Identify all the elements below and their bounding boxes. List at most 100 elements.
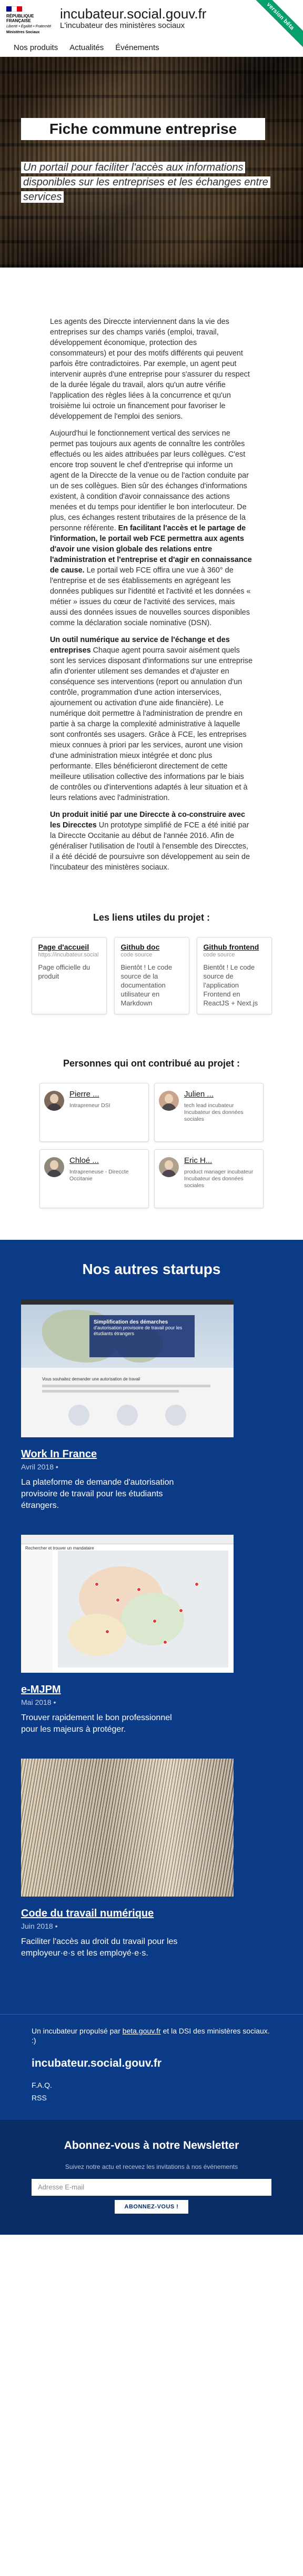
paragraph-text: Aujourd'hui le fonctionnement vertical d… bbox=[50, 429, 249, 532]
useful-links-list: Page d'accueil https://incubateur.social… bbox=[0, 937, 303, 1057]
paper-stack-image bbox=[21, 1758, 234, 1897]
useful-links-section: Les liens utiles du projet : Page d'accu… bbox=[0, 911, 303, 1057]
footer-link-rss[interactable]: RSS bbox=[32, 2091, 271, 2104]
startup-description: Trouver rapidement le bon professionnel … bbox=[21, 1713, 172, 1734]
nav-evenements[interactable]: Événements bbox=[115, 42, 159, 54]
beta-ribbon: version bêta bbox=[248, 0, 303, 48]
contributor-card[interactable]: Eric H... product manager incubateur Inc… bbox=[154, 1149, 264, 1209]
paragraph-text: Le portail web FCE offira une vue à 360°… bbox=[50, 566, 251, 627]
contributors-section: Personnes qui ont contribué au projet : … bbox=[0, 1057, 303, 1240]
link-source: https://incubateur.social bbox=[38, 952, 99, 959]
newsletter-description: Suivez notre actu et recevez les invitat… bbox=[65, 2163, 238, 2170]
link-card-homepage[interactable]: Page d'accueil https://incubateur.social… bbox=[31, 937, 107, 1015]
home-link[interactable]: République Française Liberté • Égalité •… bbox=[6, 5, 206, 41]
contributor-role: tech lead incubateur Incubateur des donn… bbox=[184, 1102, 244, 1122]
site-header: République Française Liberté • Égalité •… bbox=[0, 0, 303, 57]
nav-nos-produits[interactable]: Nos produits bbox=[14, 42, 58, 54]
nav-actualites[interactable]: Actualités bbox=[69, 42, 104, 54]
contributor-card[interactable]: Chloé ... Intrapreneuse - Direccte Occit… bbox=[39, 1149, 149, 1209]
paragraph-intro: Les agents des Direccte interviennent da… bbox=[50, 318, 250, 421]
republique-label: République Française bbox=[6, 14, 34, 23]
contributor-role: Intrapreneur DSI bbox=[69, 1102, 110, 1109]
contributor-role: Intrapreneuse - Direccte Occitanie bbox=[69, 1168, 129, 1182]
screenshot-map: Simplification des démarches d'autorisat… bbox=[21, 1304, 234, 1368]
contributor-role: product manager incubateur Incubateur de… bbox=[184, 1168, 254, 1189]
link-description: Bientôt ! Le code source de la documenta… bbox=[120, 963, 173, 1008]
motto: Liberté • Égalité • Fraternité bbox=[6, 25, 52, 28]
screenshot-topbar bbox=[21, 1299, 234, 1305]
site-footer: Un incubateur propulsé par beta.gouv.fr … bbox=[0, 2014, 303, 2120]
avatar bbox=[159, 1091, 179, 1111]
newsletter-subscribe-button[interactable]: ABONNEZ-VOUS ! bbox=[115, 2199, 188, 2214]
avatar bbox=[159, 1157, 179, 1178]
other-startups-section: Nos autres startups Simplification des d… bbox=[0, 1240, 303, 2014]
site-name: incubateur.social.gouv.fr bbox=[60, 6, 207, 22]
link-card-github-doc[interactable]: Github doc code source Bientôt ! Le code… bbox=[114, 937, 189, 1015]
brand-text: incubateur.social.gouv.fr L'incubateur d… bbox=[60, 6, 206, 31]
contributor-name: Eric H... bbox=[184, 1156, 213, 1166]
startup-screenshot[interactable]: Simplification des démarches d'autorisat… bbox=[21, 1299, 234, 1437]
link-description: Bientôt ! Le code source de l'applicatio… bbox=[203, 963, 258, 1008]
useful-links-title: Les liens utiles du projet : bbox=[93, 912, 210, 923]
contributor-card[interactable]: Julien ... tech lead incubateur Incubate… bbox=[154, 1083, 264, 1142]
hero-banner: Fiche commune entreprise Un portail pour… bbox=[0, 57, 303, 268]
startups-title: Nos autres startups bbox=[82, 1261, 221, 1278]
contributor-name: Julien ... bbox=[184, 1090, 214, 1099]
paragraph-context: Aujourd'hui le fonctionnement vertical d… bbox=[50, 428, 253, 628]
contributor-info: Chloé ... Intrapreneuse - Direccte Occit… bbox=[69, 1155, 144, 1202]
beta-gouv-link[interactable]: beta.gouv.fr bbox=[123, 2027, 161, 2035]
paragraph-text: Chaque agent pourra savoir aisément quel… bbox=[50, 646, 253, 802]
screenshot-header bbox=[21, 1534, 234, 1544]
paragraph-tool: Un outil numérique au service de l'échan… bbox=[50, 635, 253, 803]
link-description: Page officielle du produit bbox=[38, 963, 90, 981]
hero-subtitle-wrap: Un portail pour faciliter l'accès aux in… bbox=[21, 160, 284, 204]
contributor-name: Chloé ... bbox=[69, 1156, 99, 1166]
contributor-card[interactable]: Pierre ... Intrapreneur DSI bbox=[39, 1083, 149, 1142]
overlay-text: d'autorisation provisoire de travail pou… bbox=[94, 1325, 183, 1336]
contributor-name: Pierre ... bbox=[69, 1090, 99, 1099]
link-source: code source bbox=[120, 952, 153, 959]
newsletter-title: Abonnez-vous à notre Newsletter bbox=[64, 2139, 239, 2152]
startup-card-work-in-france: Simplification des démarches d'autorisat… bbox=[11, 1299, 292, 1512]
contributors-list: Pierre ... Intrapreneur DSI Julien ... t… bbox=[0, 1083, 303, 1209]
avatar bbox=[44, 1157, 64, 1178]
startup-date: Juin 2018 • bbox=[21, 1921, 58, 1930]
site-tagline: L'incubateur des ministères sociaux bbox=[60, 21, 185, 30]
footer-credits: Un incubateur propulsé par beta.gouv.fr … bbox=[32, 2026, 271, 2045]
tricolor-flag-icon bbox=[6, 6, 22, 12]
ministry-label: Ministères Sociaux bbox=[6, 31, 40, 34]
screenshot-overlay: Simplification des démarches d'autorisat… bbox=[89, 1315, 195, 1357]
startup-name[interactable]: Code du travail numérique bbox=[21, 1906, 292, 1921]
startup-card-code-du-travail: Code du travail numérique Juin 2018 • Fa… bbox=[11, 1758, 292, 1959]
contributor-info: Pierre ... Intrapreneur DSI bbox=[69, 1089, 144, 1136]
paragraph-origin: Un produit initié par une Direccte à co-… bbox=[50, 810, 253, 873]
startup-screenshot[interactable]: Rechercher et trouver un mandataire bbox=[21, 1534, 234, 1673]
contributor-info: Julien ... tech lead incubateur Incubate… bbox=[184, 1089, 259, 1136]
article-body: Les agents des Direccte interviennent da… bbox=[50, 268, 253, 911]
link-source: code source bbox=[203, 952, 235, 959]
link-title: Github doc bbox=[120, 943, 160, 952]
overlay-title: Simplification des démarches bbox=[94, 1319, 168, 1325]
footer-site-title: incubateur.social.gouv.fr bbox=[32, 2057, 161, 2069]
startup-description: Faciliter l'accès au droit du travail po… bbox=[21, 1937, 178, 1958]
main-nav: Nos produits Actualités Événements bbox=[14, 42, 159, 54]
footer-link-faq[interactable]: F.A.Q. bbox=[32, 2079, 271, 2091]
avatar bbox=[44, 1091, 64, 1111]
startup-card-e-mjpm: Rechercher et trouver un mandataire e-MJ… bbox=[11, 1534, 292, 1735]
contributor-info: Eric H... product manager incubateur Inc… bbox=[184, 1155, 259, 1202]
page-title: Fiche commune entreprise bbox=[21, 118, 265, 140]
newsletter-email-input[interactable] bbox=[32, 2178, 271, 2196]
link-title: Github frontend bbox=[203, 943, 259, 952]
screenshot-sidebar bbox=[21, 1550, 53, 1673]
contributors-title: Personnes qui ont contribué au projet : bbox=[63, 1058, 240, 1069]
startup-date: Avril 2018 • bbox=[21, 1462, 58, 1471]
startup-screenshot[interactable] bbox=[21, 1758, 234, 1897]
startup-name[interactable]: Work In France bbox=[21, 1447, 292, 1462]
screenshot-caption: Vous souhaitez demander une autorisation… bbox=[42, 1376, 140, 1381]
startup-name[interactable]: e-MJPM bbox=[21, 1682, 292, 1697]
startup-date: Mai 2018 • bbox=[21, 1697, 56, 1706]
screenshot-map bbox=[58, 1550, 228, 1667]
link-card-github-frontend[interactable]: Github frontend code source Bientôt ! Le… bbox=[196, 937, 272, 1015]
page-subtitle: Un portail pour faciliter l'accès aux in… bbox=[21, 162, 270, 203]
newsletter-section: Abonnez-vous à notre Newsletter Suivez n… bbox=[0, 2120, 303, 2235]
